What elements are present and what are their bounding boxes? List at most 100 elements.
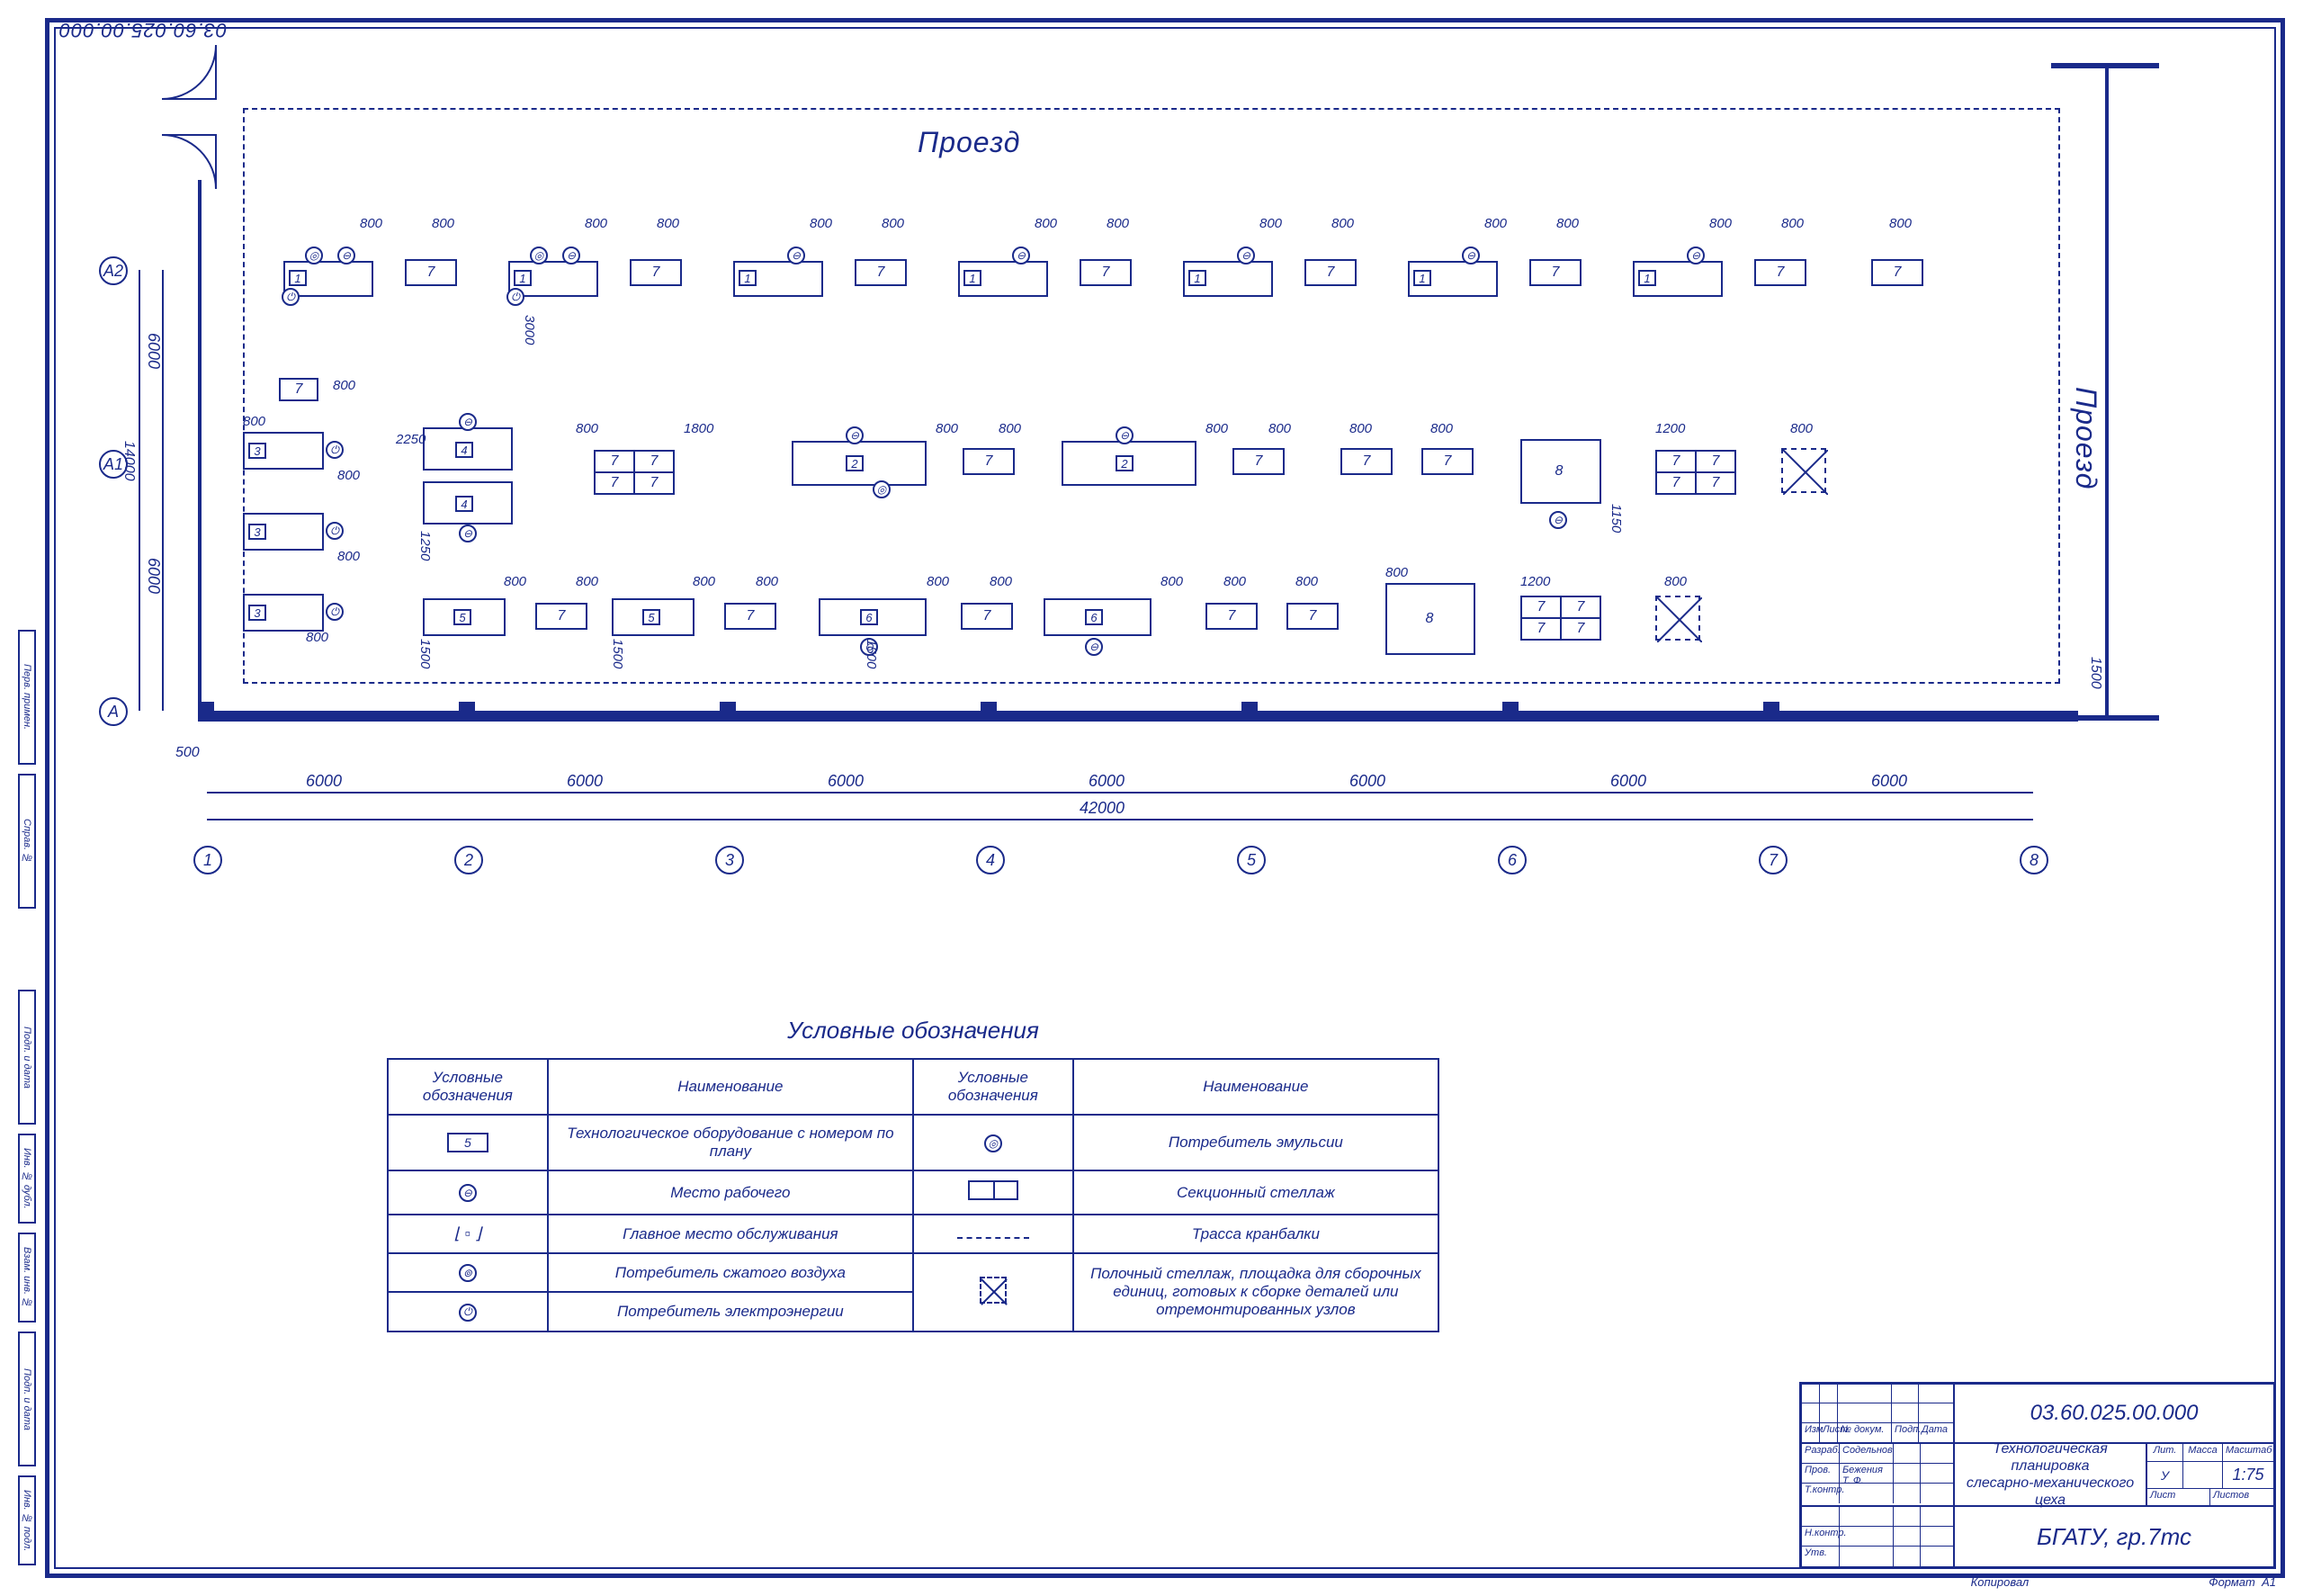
axis-col: 7 xyxy=(1759,846,1788,874)
floor-plan: Проезд Проезд А А1 А2 1 2 3 4 5 6 7 8 xyxy=(126,99,2159,837)
column-pillar xyxy=(1502,702,1519,718)
legend-symbol xyxy=(913,1170,1073,1215)
legend-name: Место рабочего xyxy=(548,1170,913,1215)
legend-name: Главное место обслуживания xyxy=(548,1215,913,1253)
machine-1: ⊖ 1 xyxy=(958,252,1066,306)
legend-name: Трасса кранбалки xyxy=(1073,1215,1438,1253)
table-7: 7 xyxy=(1529,259,1582,286)
machine-1: ⊖ 1 xyxy=(1633,252,1741,306)
copy-label: Копировал xyxy=(1971,1575,2030,1589)
side-box: Подп. и дата xyxy=(18,1331,36,1466)
machine-8: 8 xyxy=(1385,583,1475,655)
dim: 800 xyxy=(1556,216,1579,231)
tb-h: № докум. xyxy=(1838,1423,1892,1442)
dim: 1200 xyxy=(1520,574,1550,589)
machine-6: 6⊖ xyxy=(819,598,936,643)
dim: 800 xyxy=(1160,574,1183,589)
table-7: 7 xyxy=(1205,603,1258,630)
storage-platform xyxy=(1655,596,1700,641)
axis-col: 8 xyxy=(2020,846,2048,874)
tb-title: Технологическая планировка слесарно-меха… xyxy=(1955,1444,2147,1505)
legend-table: Условные обозначения Наименование Условн… xyxy=(387,1058,1439,1332)
legend-name: Потребитель электроэнергии xyxy=(548,1292,913,1331)
tb-name: Содельнов xyxy=(1840,1444,1894,1463)
machine-8: 8 xyxy=(1520,439,1601,504)
dim: 800 xyxy=(1035,216,1057,231)
dim: 800 xyxy=(1385,565,1408,580)
door-icon xyxy=(162,45,270,189)
machine-6: 6⊖ xyxy=(1044,598,1160,643)
dim: 6000 xyxy=(1871,772,1907,791)
dim: 800 xyxy=(1349,421,1372,436)
storage-platform xyxy=(1781,448,1826,493)
side-registration-boxes-2: Подп. и дата Инв. № дубл. Взам. инв. № П… xyxy=(18,990,41,1574)
dim: 2250 xyxy=(396,432,426,447)
machine-3: 3⏻ xyxy=(243,513,333,558)
table-7: 7 xyxy=(855,259,907,286)
machine-4: 4⊖ xyxy=(423,481,522,535)
dim: 800 xyxy=(243,414,265,429)
legend-symbol: ⊚ xyxy=(388,1253,548,1292)
dim: 800 xyxy=(337,468,360,483)
tb-scale: 1:75 xyxy=(2223,1462,2273,1488)
table-7: 7 xyxy=(535,603,587,630)
axis-row-A: А xyxy=(99,697,128,726)
wall-right xyxy=(2105,63,2109,720)
tb-lit: У xyxy=(2147,1462,2183,1488)
dim-total: 42000 xyxy=(1080,799,1125,818)
dim: 6000 xyxy=(144,333,163,369)
dim: 6000 xyxy=(306,772,342,791)
dim: 800 xyxy=(1790,421,1813,436)
column-pillar xyxy=(198,702,214,718)
axis-col: 3 xyxy=(715,846,744,874)
machine-3: 3⏻ xyxy=(243,432,333,477)
legend-header: Условные обозначения xyxy=(388,1059,548,1115)
table-7: 7 xyxy=(630,259,682,286)
passage-label-right: Проезд xyxy=(2069,387,2102,489)
crane-track xyxy=(243,108,2060,684)
tb-sheets: Листов xyxy=(2210,1489,2273,1505)
tb-name: Бежения Т. Ф. xyxy=(1840,1464,1894,1483)
table-7: 7 xyxy=(1421,448,1474,475)
column-pillar xyxy=(981,702,997,718)
table-7: 7 xyxy=(724,603,776,630)
machine-5: 5 xyxy=(423,598,513,643)
axis-col: 1 xyxy=(193,846,222,874)
tb-role: Пров. xyxy=(1802,1464,1840,1483)
legend-header: Условные обозначения xyxy=(913,1059,1073,1115)
machine-2: 2⊖◎ xyxy=(792,441,936,495)
dim: 800 xyxy=(337,549,360,564)
title-block: Изм Лист № докум. Подп. Дата 03.60.025.0… xyxy=(1799,1382,2276,1569)
dim: 800 xyxy=(1889,216,1912,231)
dim: 800 xyxy=(1484,216,1507,231)
tb-role: Утв. xyxy=(1802,1547,1840,1566)
legend: Условные обозначения Условные обозначени… xyxy=(387,1017,1439,1332)
machine-2: 2⊖ xyxy=(1062,441,1205,495)
dim: 800 xyxy=(927,574,949,589)
dim: 800 xyxy=(1664,574,1687,589)
dim-line xyxy=(207,792,2033,794)
machine-1: ⊖ 1 xyxy=(1183,252,1291,306)
dim: 800 xyxy=(1781,216,1804,231)
table-7: 7 xyxy=(1871,259,1923,286)
side-box: Инв. № дубл. xyxy=(18,1134,36,1224)
dim: 800 xyxy=(1259,216,1282,231)
dim: 800 xyxy=(585,216,607,231)
machine-1: ⊖ 1 xyxy=(733,252,841,306)
wall xyxy=(2051,715,2159,721)
dim: 1500 xyxy=(610,639,625,668)
axis-row-A2: А2 xyxy=(99,256,128,285)
legend-title: Условные обозначения xyxy=(387,1017,1439,1045)
legend-name: Полочный стеллаж, площадка для сборочных… xyxy=(1073,1253,1438,1331)
machine-5: 5 xyxy=(612,598,702,643)
axis-col: 4 xyxy=(976,846,1005,874)
tb-role: Разраб. xyxy=(1802,1444,1840,1463)
tb-rh: Лит. xyxy=(2147,1444,2183,1461)
tb-h: Подп. xyxy=(1892,1423,1919,1442)
dim: 800 xyxy=(990,574,1012,589)
dim: 800 xyxy=(999,421,1021,436)
dim: 800 xyxy=(1331,216,1354,231)
machine-1: ⊖ ◎ ⏻ 1 xyxy=(283,252,391,306)
side-box: Подп. и дата xyxy=(18,990,36,1125)
table-7: 7 xyxy=(1232,448,1285,475)
